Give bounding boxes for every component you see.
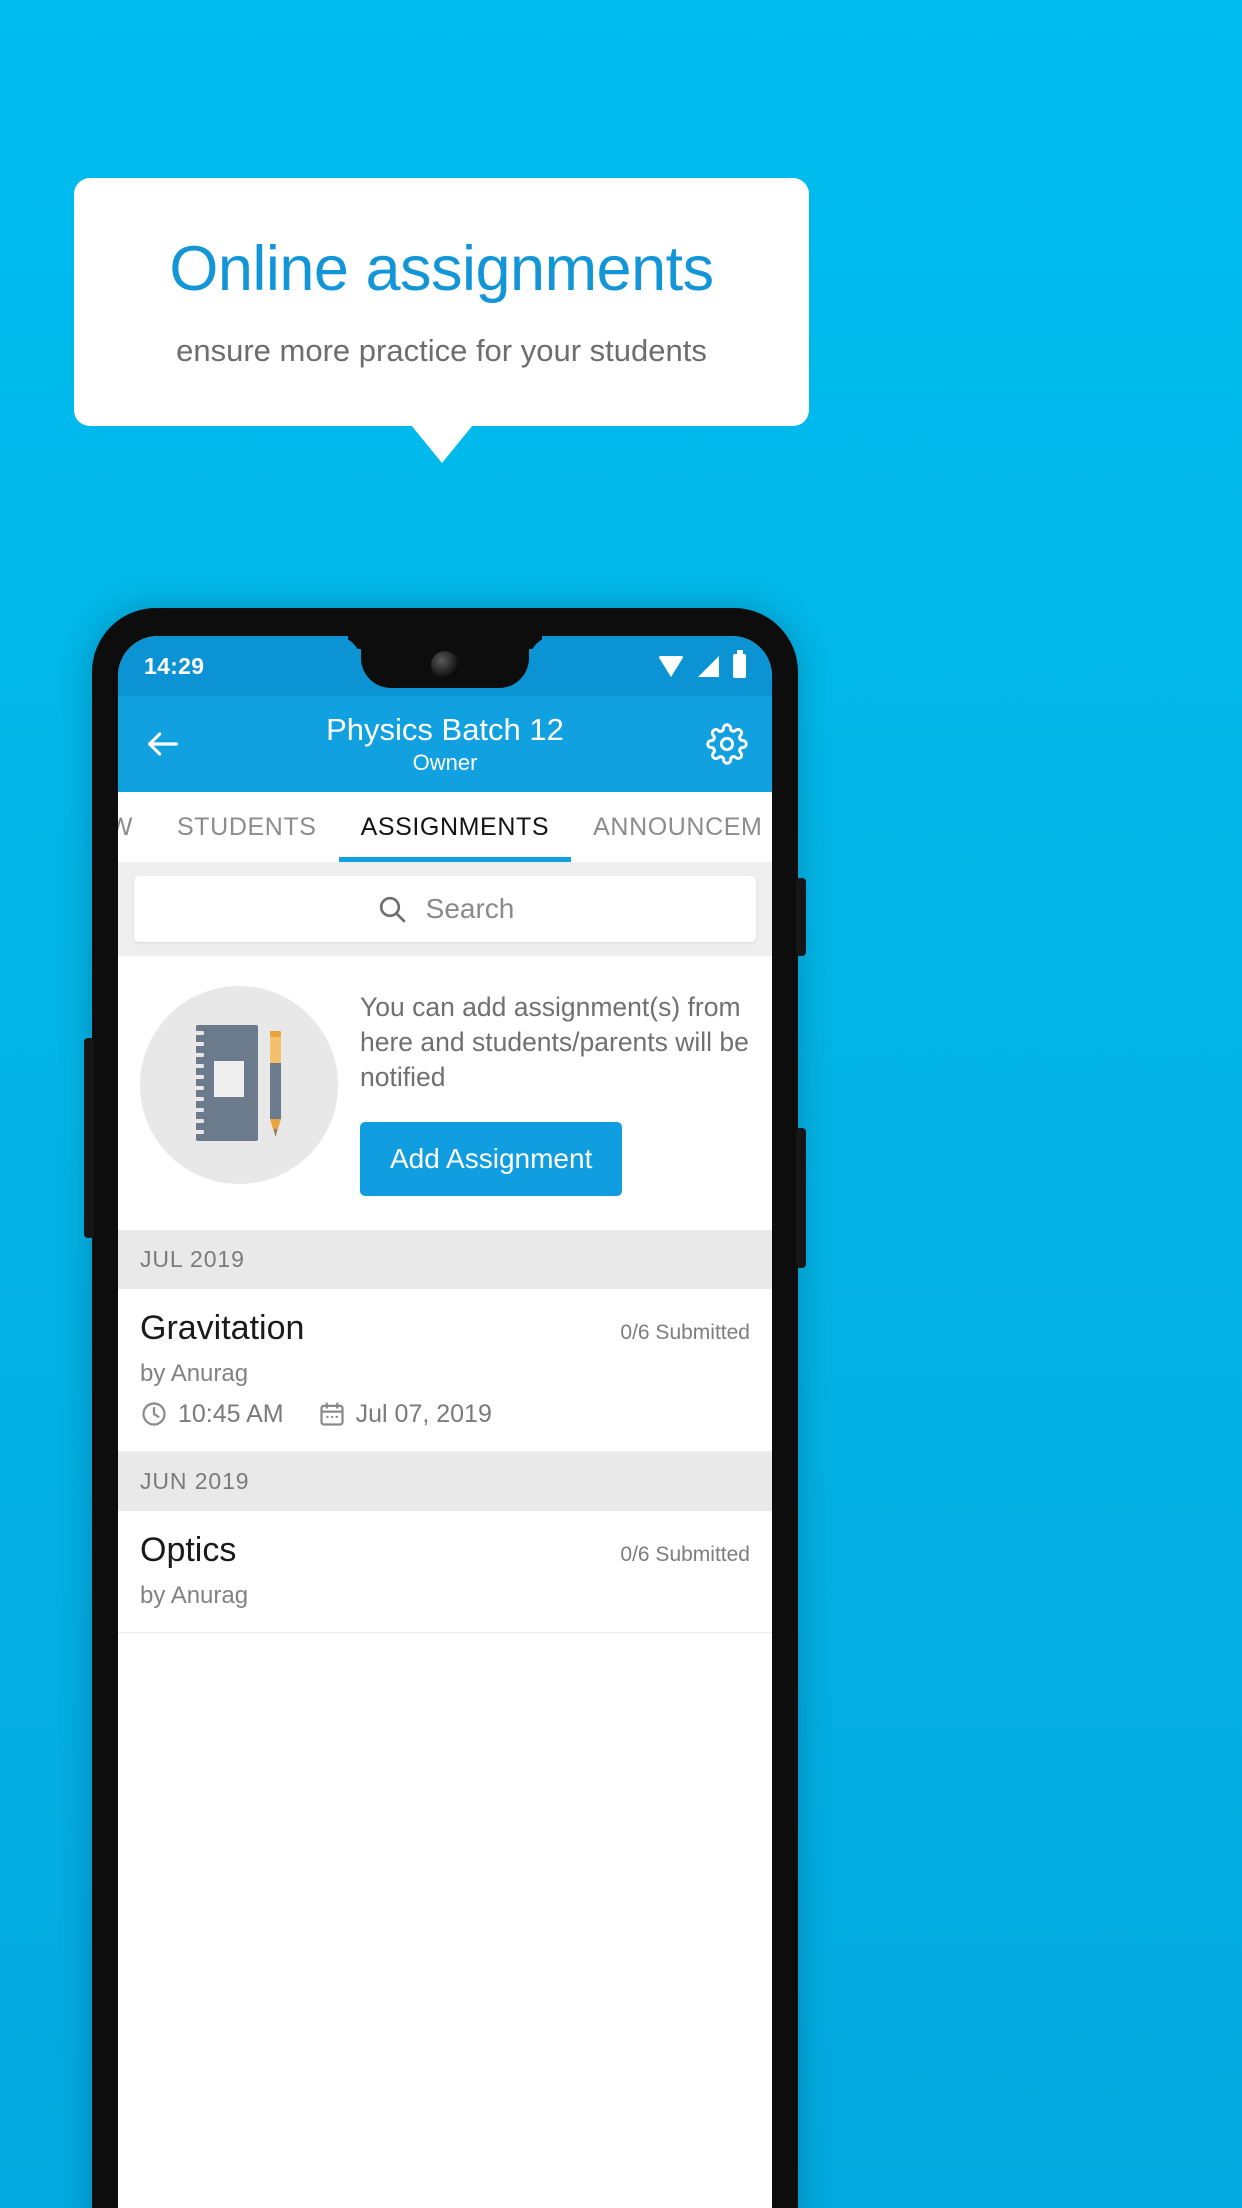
assignment-row-top: Gravitation 0/6 Submitted — [140, 1309, 750, 1348]
empty-state-message: You can add assignment(s) from here and … — [360, 992, 749, 1093]
gear-icon[interactable] — [704, 721, 750, 767]
signal-icon — [698, 655, 719, 677]
assignment-author: by Anurag — [140, 1581, 249, 1609]
tab-overview[interactable]: IEW — [118, 792, 155, 862]
wifi-icon — [658, 655, 684, 677]
assignment-date: Jul 07, 2019 — [355, 1399, 492, 1428]
tab-announcements[interactable]: ANNOUNCEM — [571, 792, 772, 862]
status-bar-time: 14:29 — [144, 652, 205, 679]
tab-assignments[interactable]: ASSIGNMENTS — [338, 792, 572, 862]
empty-state: You can add assignment(s) from here and … — [118, 956, 772, 1230]
promo-title: Online assignments — [169, 234, 714, 305]
assignment-submitted-count: 0/6 Submitted — [620, 1320, 750, 1344]
promo-callout-tail — [411, 425, 473, 463]
front-camera-icon — [431, 651, 459, 679]
assignment-row-optics[interactable]: Optics 0/6 Submitted by Anurag — [118, 1510, 772, 1633]
assignment-row-top: Optics 0/6 Submitted — [140, 1531, 750, 1570]
app-bar-titles: Physics Batch 12 Owner — [186, 712, 704, 776]
assignment-submitted-count: 0/6 Submitted — [620, 1542, 750, 1566]
tab-bar: IEW STUDENTS ASSIGNMENTS ANNOUNCEM — [118, 792, 772, 862]
search-input[interactable]: Search — [134, 876, 756, 942]
assignment-title: Optics — [140, 1530, 237, 1569]
assignment-row-gravitation[interactable]: Gravitation 0/6 Submitted by Anurag 10:4… — [118, 1288, 772, 1452]
tab-students[interactable]: STUDENTS — [155, 792, 339, 862]
phone-screen: 14:29 Physics Batch 12 Owner W STUDENTS … — [118, 636, 772, 2208]
clock-icon — [140, 1400, 168, 1428]
phone-power-button — [796, 878, 806, 956]
phone-notch — [361, 636, 529, 688]
month-header-jun: JUN 2019 — [118, 1451, 772, 1511]
phone-mockup: 14:29 Physics Batch 12 Owner W STUDENTS … — [84, 608, 806, 2208]
assignment-author: by Anurag — [140, 1359, 249, 1387]
tab-assignments-label: ASSIGNMENTS — [360, 812, 550, 841]
app-bar: Physics Batch 12 Owner — [118, 696, 772, 792]
status-bar: 14:29 — [118, 636, 772, 696]
page-subtitle: Owner — [412, 749, 478, 775]
add-assignment-button[interactable]: Add Assignment — [360, 1121, 623, 1196]
page-title: Physics Batch 12 — [326, 712, 564, 748]
status-bar-icons — [658, 650, 746, 678]
phone-volume-button — [796, 1128, 806, 1268]
tab-students-label: STUDENTS — [177, 812, 317, 841]
tab-overview-label: IEW — [118, 812, 134, 841]
empty-state-content: You can add assignment(s) from here and … — [360, 982, 750, 1196]
search-icon — [376, 893, 408, 925]
assignment-time: 10:45 AM — [178, 1399, 284, 1428]
month-header-jul: JUL 2019 — [118, 1229, 772, 1289]
phone-side-button — [84, 1038, 94, 1238]
assignment-title: Gravitation — [140, 1308, 305, 1347]
calendar-icon — [318, 1400, 346, 1428]
promo-subtitle: ensure more practice for your students — [176, 332, 707, 368]
tab-announcements-label: ANNOUNCEM — [593, 812, 763, 841]
promo-callout-card: Online assignments ensure more practice … — [74, 178, 809, 426]
notebook-and-pen-icon — [140, 986, 338, 1184]
assignment-meta: 10:45 AM Jul 07, 2019 — [140, 1400, 750, 1429]
battery-icon — [733, 650, 746, 678]
search-container: Search — [118, 862, 772, 956]
back-arrow-icon[interactable] — [140, 721, 186, 767]
search-placeholder: Search — [425, 893, 515, 924]
